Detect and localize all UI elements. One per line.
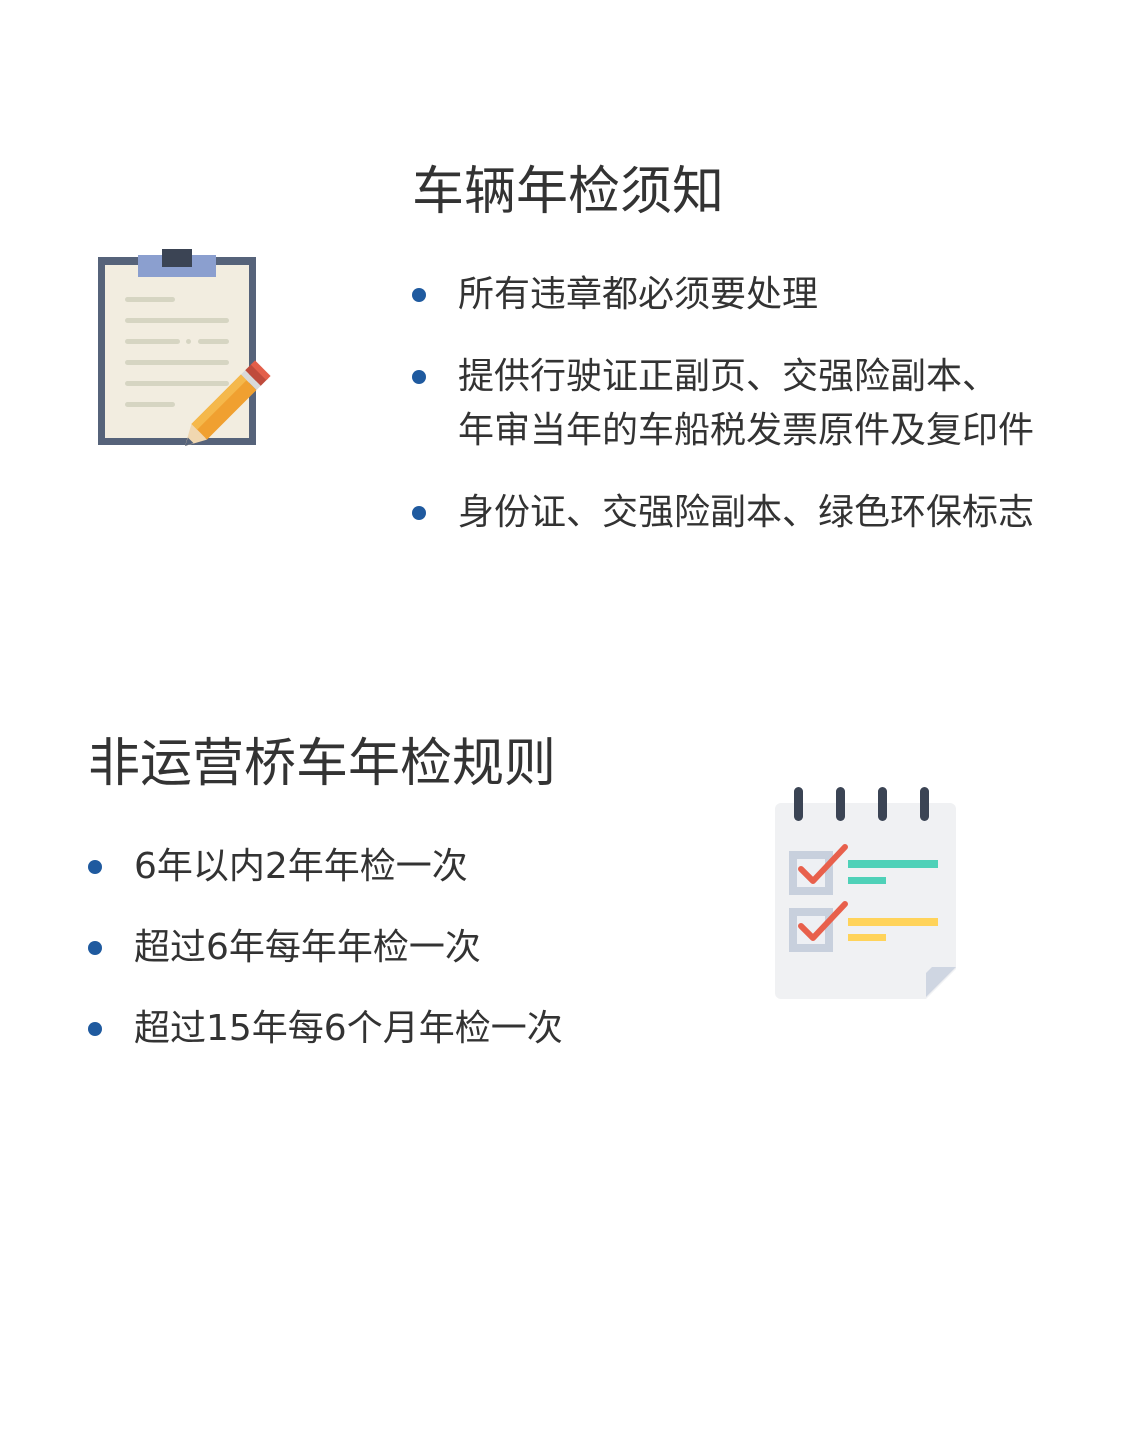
section-title: 车辆年检须知 [412,162,725,222]
checklist-notepad-icon [775,787,956,999]
list-item: 超过15年每6个月年检一次 [88,1002,563,1056]
list-item-text: 超过6年每年年检一次 [134,927,481,968]
list-item: 提供行驶证正副页、交强险副本、 年审当年的车船税发票原件及复印件 [412,350,1034,458]
list-item-text: 6年以内2年年检一次 [134,846,468,887]
bullet-dot [88,941,102,955]
list-item-text: 年审当年的车船税发票原件及复印件 [458,410,1035,451]
clipboard-pencil-icon [98,249,271,446]
bullet-dot [412,370,426,384]
bullet-dot [88,860,102,874]
section-title: 非运营桥车年检规则 [88,734,557,794]
list-item-text: 所有违章都必须要处理 [458,274,819,315]
list-item: 所有违章都必须要处理 [412,268,1034,322]
section-inspection-rules: 非运营桥车年检规则 6年以内2年年检一次 超过6年每年年检一次 超过15年每6个… [0,600,1125,1200]
list-item-text: 超过15年每6个月年检一次 [134,1008,563,1049]
list-item: 超过6年每年年检一次 [88,921,563,975]
list-item: 身份证、交强险副本、绿色环保标志 [412,486,1034,540]
section-vehicle-inspection-notice: 车辆年检须知 所有违章都必须要处理 提供行驶证正副页、交强险副本、 年审当年的车… [0,0,1125,600]
rules-list: 6年以内2年年检一次 超过6年每年年检一次 超过15年每6个月年检一次 [88,840,563,1056]
list-item: 6年以内2年年检一次 [88,840,563,894]
requirements-list: 所有违章都必须要处理 提供行驶证正副页、交强险副本、 年审当年的车船税发票原件及… [412,268,1034,540]
list-item-text: 提供行驶证正副页、交强险副本、 [458,356,999,397]
bullet-dot [412,506,426,520]
list-item-text: 身份证、交强险副本、绿色环保标志 [458,492,1035,533]
bullet-dot [88,1022,102,1036]
bullet-dot [412,288,426,302]
